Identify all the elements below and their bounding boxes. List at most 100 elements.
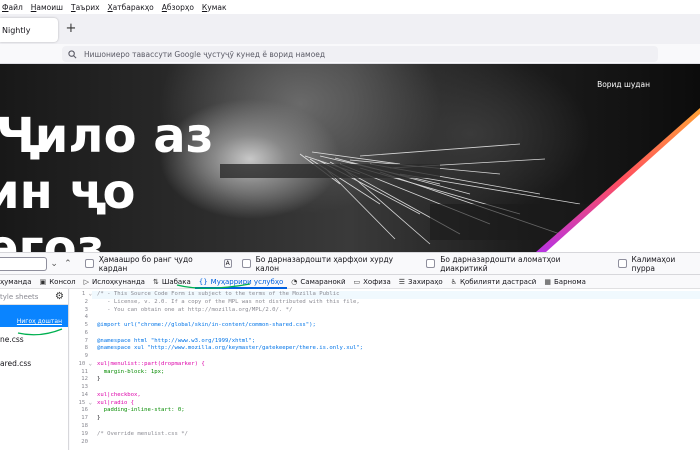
- tab-label: Консол: [49, 277, 76, 286]
- option-highlight-all[interactable]: Ҳамаашро бо ранг ҷудо кардан A: [84, 255, 232, 273]
- tab-performance[interactable]: ◔ Самаранокӣ: [287, 274, 349, 289]
- tab-inspector[interactable]: ҳуманда: [0, 274, 36, 289]
- menu-view[interactable]: Намоиш: [31, 3, 63, 12]
- tab-nightly[interactable]: Nightly: [0, 18, 58, 42]
- line-number: 14: [81, 391, 88, 398]
- tab-label: Ислоҳкунанда: [92, 277, 145, 286]
- tab-style-editor[interactable]: {} Муҳаррири услубҳо: [194, 274, 288, 289]
- code-line: xul|radio {: [97, 399, 135, 406]
- chevron-down-icon[interactable]: ⌄: [47, 259, 61, 269]
- new-tab-plus-icon[interactable]: +: [64, 22, 78, 36]
- tab-network[interactable]: ⇅ Шабака: [149, 274, 195, 289]
- line-number: 5: [84, 322, 88, 329]
- code-line: }: [97, 415, 101, 422]
- line-number: 9: [84, 353, 88, 360]
- debugger-icon: ▷: [83, 277, 90, 286]
- code-line: /* - This Source Code Form is subject to…: [97, 291, 340, 297]
- style-sheets-sidebar: tyle sheets ⚙ Нигоҳ доштан ne.css ared.c…: [0, 289, 69, 450]
- menu-help[interactable]: Кумак: [202, 3, 227, 12]
- line-number: 7: [84, 337, 88, 344]
- style-sheet-name: ne.css: [0, 334, 24, 344]
- tab-label: Хофиза: [363, 277, 391, 286]
- gear-icon[interactable]: ⚙: [55, 291, 64, 302]
- tab-title: Nightly: [2, 25, 31, 35]
- tab-label: Барнома: [554, 277, 586, 286]
- application-icon: ▦: [544, 277, 551, 286]
- network-icon: ⇅: [152, 277, 159, 286]
- option-label: Бо дарназардошти аломатҳои диакритикӣ: [440, 254, 561, 273]
- line-number: 4: [84, 314, 88, 321]
- find-input[interactable]: [0, 256, 48, 271]
- line-number: 11: [81, 368, 88, 375]
- line-number: 1 ⌄: [81, 291, 92, 297]
- tab-console[interactable]: ▣ Консол: [36, 274, 80, 289]
- tab-label: Самаранокӣ: [300, 277, 346, 286]
- url-placeholder: Нишониеро тавассути Google ҷустуҷӯ кунед…: [84, 49, 326, 59]
- tab-label: Қобилияти дастрасӣ: [459, 277, 537, 286]
- line-number: 13: [81, 384, 88, 391]
- tab-label: ҳуманда: [0, 277, 32, 286]
- option-label: Бо дарназардошти ҳарфҳои хурду калон: [255, 254, 394, 273]
- tab-memory[interactable]: ▭ Хофиза: [350, 274, 395, 289]
- hero-heading-line-1: Ҷило аз: [0, 108, 214, 164]
- line-number: 18: [81, 423, 88, 430]
- tab-label: Муҳаррири услубҳо: [210, 277, 284, 286]
- tab-label: Захираҳо: [408, 277, 443, 286]
- checkbox-highlight-all[interactable]: [84, 259, 94, 268]
- option-whole-words[interactable]: Калимаҳои пурра: [617, 254, 700, 273]
- hero-heading-line-3: егоз: [0, 220, 105, 252]
- option-match-diacritics[interactable]: Бо дарназардошти аломатҳои диакритикӣ: [426, 255, 607, 273]
- code-line: }: [97, 376, 101, 383]
- save-link[interactable]: Нигоҳ доштан: [17, 318, 62, 325]
- line-number-gutter: 1 ⌄ 2 3 4 5 6 7 8 9 10 ⌄ 11 12 13 14 15 ⌄ 16 17 18 19 20: [70, 291, 92, 446]
- search-icon: [68, 49, 77, 58]
- tab-label: Шабака: [161, 277, 191, 286]
- menu-tools[interactable]: Абзорҳо: [162, 3, 194, 12]
- style-sheet-item-selected[interactable]: Нигоҳ доштан: [0, 305, 68, 327]
- page-content: Ворид шудан Ҷило аз ин ҷо егоз: [0, 64, 700, 252]
- tab-accessibility[interactable]: ♿ Қобилияти дастрасӣ: [447, 274, 541, 289]
- code-line: - You can obtain one at http://mozilla.o…: [97, 306, 293, 313]
- filter-style-sheets-input[interactable]: tyle sheets: [0, 293, 38, 301]
- code-line: - License, v. 2.0. If a copy of the MPL …: [97, 298, 360, 305]
- line-number: 16: [81, 407, 88, 414]
- code-editor[interactable]: 1 ⌄ 2 3 4 5 6 7 8 9 10 ⌄ 11 12 13 14 15 ⌄ 16 17 18 19 20 /*…: [70, 289, 700, 450]
- option-label: Калимаҳои пурра: [631, 254, 676, 273]
- checkbox-match-case[interactable]: [241, 259, 251, 268]
- memory-icon: ▭: [353, 277, 361, 286]
- tab-debugger[interactable]: ▷ Ислоҳкунанда: [80, 274, 149, 289]
- navigation-bar: Нишониеро тавассути Google ҷустуҷӯ кунед…: [0, 44, 700, 64]
- sign-in-link[interactable]: Ворид шудан: [597, 80, 650, 89]
- url-bar[interactable]: Нишониеро тавассути Google ҷустуҷӯ кунед…: [62, 46, 658, 62]
- code-line: /* Override menulist.css */: [97, 430, 188, 437]
- tab-application[interactable]: ▦ Барнома: [540, 274, 590, 289]
- access-key-badge: A: [223, 259, 232, 268]
- hero-heading-line-2: ин ҷо: [0, 164, 136, 220]
- style-sheet-item[interactable]: ne.css: [0, 327, 68, 351]
- find-bar: ⌄ ⌃ Ҳамаашро бо ранг ҷудо кардан A Бо да…: [0, 252, 700, 274]
- chevron-up-icon[interactable]: ⌃: [61, 259, 75, 269]
- code-line: xul|menulist::part(dropmarker) {: [97, 360, 205, 367]
- option-match-case[interactable]: Бо дарназардошти ҳарфҳои хурду калон: [241, 254, 417, 273]
- console-icon: ▣: [39, 277, 47, 286]
- tab-storage[interactable]: ☰ Захираҳо: [395, 274, 447, 289]
- checkbox-match-diacritics[interactable]: [426, 259, 436, 268]
- checkbox-whole-words[interactable]: [617, 259, 627, 268]
- style-sheet-item[interactable]: ared.css: [0, 351, 68, 375]
- menu-history[interactable]: Таърих: [71, 3, 100, 12]
- code-line: xul|checkbox,: [97, 391, 141, 398]
- code-line: @namespace xul "http://www.mozilla.org/k…: [97, 345, 364, 352]
- menu-file[interactable]: Файл: [2, 3, 23, 12]
- line-number: 8: [84, 345, 88, 352]
- line-number: 10 ⌄: [78, 360, 92, 367]
- line-number: 15 ⌄: [78, 399, 92, 406]
- menu-bar: Файл Намоиш Таърих Хатбаракҳо Абзорҳо Ку…: [0, 0, 700, 14]
- storage-icon: ☰: [398, 277, 406, 286]
- menu-bookmarks[interactable]: Хатбаракҳо: [108, 3, 154, 12]
- line-number: 20: [81, 438, 88, 445]
- tab-strip: Nightly +: [0, 14, 700, 44]
